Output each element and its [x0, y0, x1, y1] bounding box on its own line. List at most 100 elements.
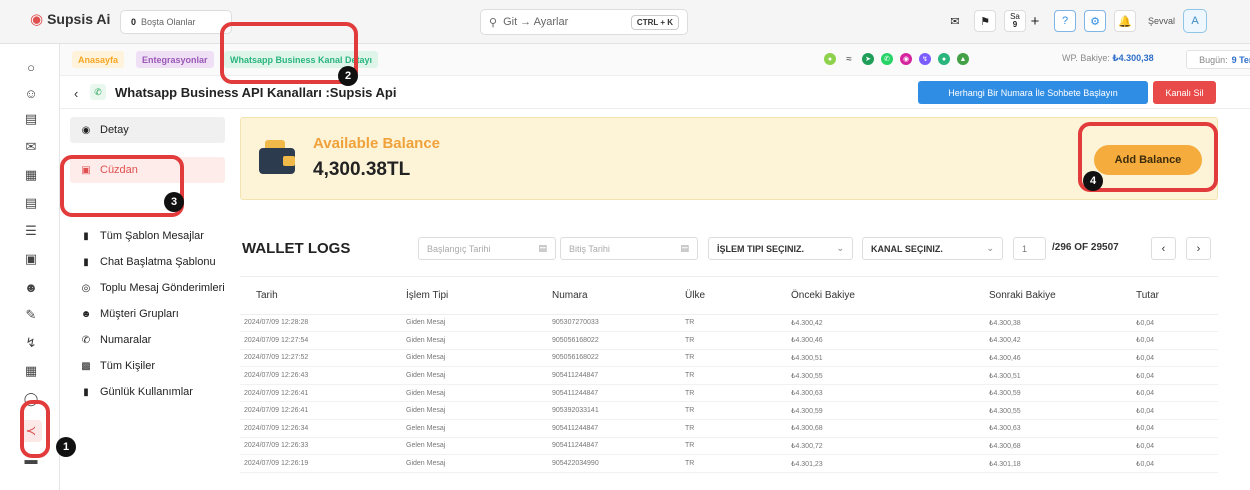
instagram-icon[interactable]: ◉: [900, 53, 912, 65]
menu-item-customer-groups[interactable]: ☻ Müşteri Grupları: [70, 301, 225, 327]
table-cell: 905392033141: [552, 401, 685, 421]
settings-icon[interactable]: ⚙: [1084, 10, 1106, 32]
table-cell: ₺4.300,51: [765, 349, 955, 368]
menu-item-daily-usage[interactable]: ▮ Günlük Kullanımlar: [70, 379, 225, 405]
page-input[interactable]: 1: [1013, 237, 1046, 260]
page-info: /296 OF 29507: [1052, 242, 1119, 253]
table-row[interactable]: 2024/07/09 12:28:28 Giden Mesaj 9053072700…: [240, 314, 1218, 333]
table-cell: 2024/07/09 12:26:41: [240, 384, 406, 403]
menu-item-numbers[interactable]: ✆ Numaralar: [70, 327, 225, 353]
sms-icon[interactable]: ▲: [957, 53, 969, 65]
info-icon: ◉: [81, 124, 91, 136]
global-search[interactable]: ⚲ Git → Ayarlar CTRL + K: [480, 9, 688, 35]
column-header[interactable]: Tutar: [1136, 277, 1218, 315]
column-header[interactable]: İşlem Tipi: [406, 277, 552, 315]
table-cell: 905422034990: [552, 454, 685, 473]
telegram-icon[interactable]: ➤: [862, 53, 874, 65]
table-cell: TR: [685, 366, 765, 385]
notes-icon[interactable]: ▤: [22, 194, 40, 212]
inbox-icon[interactable]: ▣: [22, 250, 40, 268]
flash-icon[interactable]: ↯: [22, 334, 40, 352]
table-cell: ₺4.301,23: [765, 454, 955, 473]
chevron-down-icon: ⌄: [836, 243, 844, 253]
table-row[interactable]: 2024/07/09 12:26:34 Gelen Mesaj 9054112448…: [240, 419, 1218, 438]
idle-agents-pill[interactable]: 0 Boşta Olanlar: [120, 10, 232, 34]
top-actions: ✉ ⚑ Sa 9 + ? ⚙ 🔔 Şevval A: [936, 9, 1208, 33]
table-row[interactable]: 2024/07/09 12:27:54 Giden Mesaj 9050561680…: [240, 331, 1218, 350]
help-icon[interactable]: ?: [1054, 10, 1076, 32]
table-row[interactable]: 2024/07/09 12:26:43 Giden Mesaj 9054112448…: [240, 366, 1218, 385]
menu-item-templates[interactable]: ▮ Tüm Şablon Mesajlar: [70, 223, 225, 249]
app-name: Supsis Ai: [47, 11, 111, 27]
table-cell: Giden Mesaj: [406, 349, 552, 368]
grid-icon[interactable]: ▦: [22, 362, 40, 380]
edit-icon[interactable]: ✎: [22, 306, 40, 324]
breadcrumb-home[interactable]: Anasayfa: [72, 51, 125, 68]
table-row[interactable]: 2024/07/09 12:26:19 Giden Mesaj 9054220349…: [240, 454, 1218, 473]
whatsapp-icon[interactable]: ✆: [881, 53, 893, 65]
start-chat-button[interactable]: Herhangi Bir Numara İle Sohbete Başlayın: [918, 81, 1148, 104]
user-icon[interactable]: ☻: [22, 278, 40, 296]
chat-icon[interactable]: ○: [22, 58, 40, 76]
table-cell: ₺4.300,46: [955, 349, 1136, 368]
balance-title: Available Balance: [313, 135, 441, 152]
menu-item-contacts[interactable]: ▩ Tüm Kişiler: [70, 353, 225, 379]
menu-item-label: Toplu Mesaj Gönderimleri: [100, 282, 225, 294]
menu-item-broadcasts[interactable]: ◎ Toplu Mesaj Gönderimleri: [70, 275, 225, 301]
app-logo[interactable]: ◉ Supsis Ai: [30, 10, 110, 28]
menu-item-label: Tüm Kişiler: [100, 360, 156, 372]
mail-icon[interactable]: ✉: [944, 10, 966, 32]
table-cell: ₺4.300,55: [765, 366, 955, 385]
prev-page-button[interactable]: ‹: [1151, 237, 1176, 260]
mail-rail-icon[interactable]: ✉: [22, 138, 40, 156]
table-cell: ₺4.300,42: [765, 314, 955, 333]
bot-icon[interactable]: ☺: [22, 84, 40, 102]
table-row[interactable]: 2024/07/09 12:27:52 Giden Mesaj 9050561680…: [240, 349, 1218, 368]
table-cell: Giden Mesaj: [406, 331, 552, 350]
column-header[interactable]: Numara: [552, 277, 685, 315]
table-row[interactable]: 2024/07/09 12:26:41 Giden Mesaj 9053920331…: [240, 401, 1218, 421]
breadcrumb-integrations[interactable]: Entegrasyonlar: [136, 51, 214, 68]
table-cell: Gelen Mesaj: [406, 419, 552, 438]
table-cell: ₺4.300,55: [955, 401, 1136, 421]
messenger-icon[interactable]: ↯: [919, 53, 931, 65]
wifi-icon[interactable]: ≈: [843, 53, 855, 65]
table-cell: 905307270033: [552, 314, 685, 333]
calendar-icon[interactable]: ▦: [22, 166, 40, 184]
table-cell: 2024/07/09 12:26:34: [240, 419, 406, 438]
counter-box[interactable]: Sa 9: [1004, 10, 1026, 32]
bell-icon[interactable]: 🔔: [1114, 10, 1136, 32]
message-icon[interactable]: ●: [938, 53, 950, 65]
delete-channel-button[interactable]: Kanalı Sil: [1153, 81, 1216, 104]
start-date-input[interactable]: Başlangıç Tarihi ▤: [418, 237, 556, 260]
column-header[interactable]: Önceki Bakiye: [765, 277, 955, 315]
next-page-button[interactable]: ›: [1186, 237, 1211, 260]
column-header[interactable]: Ülke: [685, 277, 765, 315]
flag-icon[interactable]: ⚑: [974, 10, 996, 32]
channel-icons: ● ≈ ➤ ✆ ◉ ↯ ● ▲: [824, 53, 969, 65]
table-cell: 2024/07/09 12:26:41: [240, 401, 406, 421]
back-chevron-icon[interactable]: ‹: [74, 86, 78, 101]
table-row[interactable]: 2024/07/09 12:26:41 Giden Mesaj 9054112448…: [240, 384, 1218, 403]
counter-value: 9: [1012, 20, 1018, 29]
end-date-input[interactable]: Bitiş Tarihi ▤: [560, 237, 698, 260]
table-row[interactable]: 2024/07/09 12:26:33 Gelen Mesaj 9054112448…: [240, 437, 1218, 456]
channel-select[interactable]: KANAL SEÇINIZ. ⌄: [862, 237, 1003, 260]
table-cell: 2024/07/09 12:26:43: [240, 366, 406, 385]
avatar[interactable]: A: [1183, 9, 1208, 33]
table-cell: TR: [685, 401, 765, 421]
table-cell: ₺0,04: [1136, 384, 1218, 403]
contacts-card-icon[interactable]: ▤: [22, 110, 40, 128]
idle-label: Boşta Olanlar: [141, 17, 196, 27]
menu-item-detail[interactable]: ◉ Detay: [70, 117, 225, 143]
balance-amount: 4,300.38TL: [313, 159, 411, 180]
webchat-icon[interactable]: ●: [824, 53, 836, 65]
plus-icon[interactable]: +: [1024, 10, 1046, 32]
column-header[interactable]: Tarih: [240, 277, 406, 315]
column-header[interactable]: Sonraki Bakiye: [955, 277, 1136, 315]
today-value: 9 Tem: [1231, 54, 1250, 65]
menu-item-chat-template[interactable]: ▮ Chat Başlatma Şablonu: [70, 249, 225, 275]
user-name[interactable]: Şevval: [1148, 16, 1175, 26]
transaction-type-select[interactable]: İŞLEM TIPI SEÇINIZ. ⌄: [708, 237, 853, 260]
list-icon[interactable]: ☰: [22, 222, 40, 240]
